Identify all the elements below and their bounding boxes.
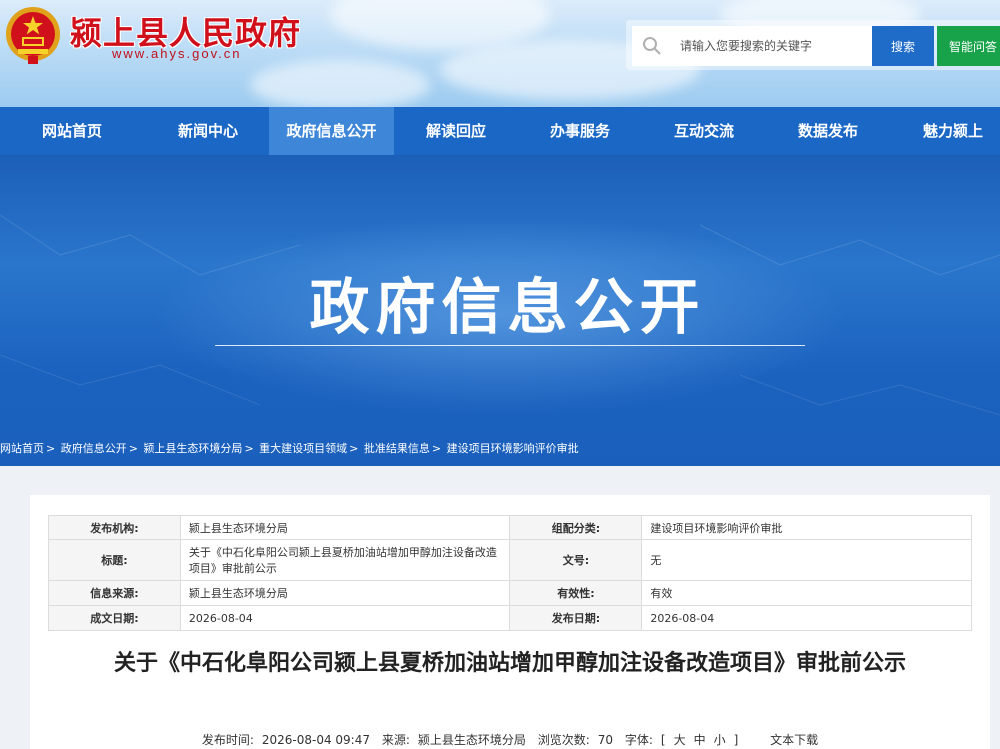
nav-item-charm[interactable]: 魅力颍上 <box>903 107 1000 155</box>
created-date-label: 成文日期: <box>48 605 181 631</box>
doc-no-value: 无 <box>641 539 972 581</box>
breadcrumb-item[interactable]: 网站首页 <box>0 442 44 455</box>
validity-value: 有效 <box>641 580 972 606</box>
banner-divider <box>215 345 805 346</box>
page-banner: 政府信息公开 网站首页 > 政府信息公开 > 颍上县生态环境分局 > 重大建设项目领域… <box>0 155 1000 466</box>
category-label: 组配分类: <box>509 515 643 540</box>
meta-table: 发布机构: 颍上县生态环境分局 组配分类: 建设项目环境影响评价审批 标题: 关… <box>48 515 972 631</box>
national-emblem-icon[interactable] <box>4 4 62 66</box>
article-container: 发布机构: 颍上县生态环境分局 组配分类: 建设项目环境影响评价审批 标题: 关… <box>30 495 990 749</box>
table-row: 发布机构: 颍上县生态环境分局 组配分类: 建设项目环境影响评价审批 <box>48 515 972 540</box>
publisher-value: 颍上县生态环境分局 <box>179 515 511 540</box>
font-size-label: 字体: <box>624 733 653 747</box>
table-row: 信息来源: 颍上县生态环境分局 有效性: 有效 <box>48 580 972 606</box>
publish-time-label: 发布时间: <box>201 733 254 747</box>
font-small-link[interactable]: 小 <box>714 733 726 747</box>
view-count: 70 <box>597 733 614 747</box>
text-download-link[interactable]: 文本下载 <box>770 733 818 747</box>
created-date-value: 2026-08-04 <box>179 605 511 631</box>
ai-qa-button[interactable]: 智能问答 <box>937 26 1000 66</box>
title-value: 关于《中石化阜阳公司颍上县夏桥加油站增加甲醇加注设备改造项目》审批前公示 <box>179 539 511 581</box>
published-date-value: 2026-08-04 <box>641 605 972 631</box>
nav-item-home[interactable]: 网站首页 <box>22 107 122 155</box>
article-title: 关于《中石化阜阳公司颍上县夏桥加油站增加甲醇加注设备改造项目》审批前公示 <box>113 651 906 676</box>
main-nav: 网站首页 新闻中心 政府信息公开 解读回应 办事服务 互动交流 数据发布 魅力颍… <box>0 107 1000 155</box>
breadcrumb-item[interactable]: 重大建设项目领域 <box>259 442 347 455</box>
site-url: www.ahys.gov.cn <box>112 46 242 61</box>
breadcrumb-separator: > <box>128 442 138 455</box>
published-date-label: 发布日期: <box>509 605 643 631</box>
breadcrumb-item[interactable]: 建设项目环境影响评价审批 <box>447 442 579 455</box>
search-input-wrapper <box>632 26 872 66</box>
nav-item-services[interactable]: 办事服务 <box>530 107 630 155</box>
source: 颍上县生态环境分局 <box>417 733 526 747</box>
source-value: 颍上县生态环境分局 <box>179 580 511 606</box>
breadcrumb: 网站首页 > 政府信息公开 > 颍上县生态环境分局 > 重大建设项目领域 > 批准结果信… <box>0 440 581 456</box>
source-label: 来源: <box>381 733 410 747</box>
breadcrumb-item[interactable]: 政府信息公开 <box>61 442 127 455</box>
breadcrumb-separator: > <box>244 442 254 455</box>
search-button[interactable]: 搜索 <box>872 26 934 66</box>
article-info: 发布时间: 2026-08-04 09:47 来源: 颍上县生态环境分局 浏览次数:… <box>30 731 990 748</box>
publish-time: 2026-08-04 09:47 <box>261 733 370 747</box>
breadcrumb-item[interactable]: 批准结果信息 <box>364 442 430 455</box>
search-icon <box>643 37 661 55</box>
source-label: 信息来源: <box>48 580 181 606</box>
font-bracket: ] <box>733 733 739 747</box>
validity-label: 有效性: <box>509 580 643 606</box>
publisher-label: 发布机构: <box>48 515 181 540</box>
table-row: 成文日期: 2026-08-04 发布日期: 2026-08-04 <box>48 605 972 631</box>
breadcrumb-separator: > <box>46 442 56 455</box>
breadcrumb-item[interactable]: 颍上县生态环境分局 <box>143 442 242 455</box>
search-input[interactable] <box>680 26 870 66</box>
cloud-decoration <box>250 60 430 107</box>
nav-item-gov-info[interactable]: 政府信息公开 <box>269 107 394 155</box>
breadcrumb-separator: > <box>431 442 442 455</box>
doc-no-label: 文号: <box>509 539 643 581</box>
font-medium-link[interactable]: 中 <box>694 733 706 747</box>
font-bracket: [ <box>660 733 666 747</box>
views-label: 浏览次数: <box>537 733 590 747</box>
title-label: 标题: <box>48 539 181 581</box>
breadcrumb-separator: > <box>349 442 359 455</box>
banner-title: 政府信息公开 <box>309 273 706 343</box>
font-large-link[interactable]: 大 <box>674 733 686 747</box>
nav-item-data[interactable]: 数据发布 <box>778 107 878 155</box>
table-row: 标题: 关于《中石化阜阳公司颍上县夏桥加油站增加甲醇加注设备改造项目》审批前公示… <box>48 539 972 581</box>
category-value: 建设项目环境影响评价审批 <box>641 515 972 540</box>
nav-item-interaction[interactable]: 互动交流 <box>654 107 754 155</box>
nav-item-interpretation[interactable]: 解读回应 <box>406 107 506 155</box>
nav-item-news[interactable]: 新闻中心 <box>158 107 258 155</box>
